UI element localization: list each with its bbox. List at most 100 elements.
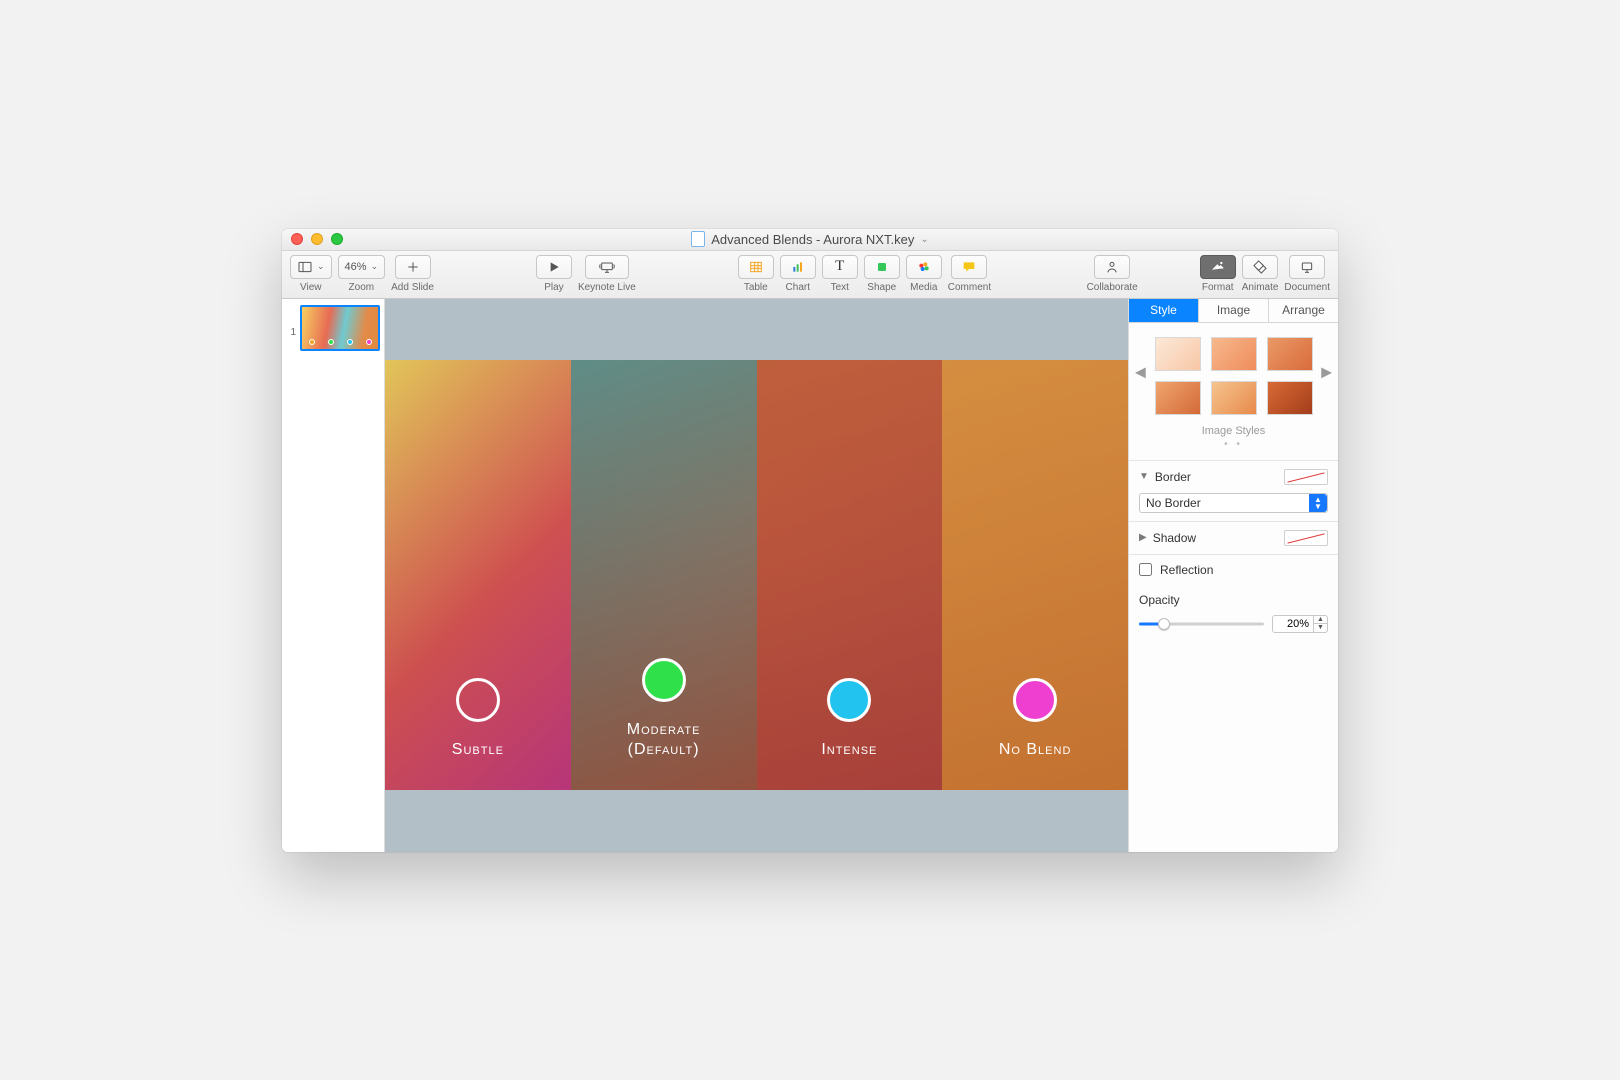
reflection-checkbox-input[interactable] [1139, 563, 1152, 576]
border-section: ▼ Border No Border ▲▼ [1129, 460, 1338, 521]
zoom-label: Zoom [349, 282, 375, 293]
chart-button[interactable] [780, 255, 816, 279]
label-intense: Intense [821, 740, 877, 760]
option-subtle: Subtle [385, 678, 571, 760]
image-style-5[interactable] [1211, 381, 1257, 415]
document-icon [691, 231, 705, 247]
close-button[interactable] [291, 233, 303, 245]
slide-thumb-1[interactable]: 1 [282, 305, 384, 351]
animate-label: Animate [1242, 282, 1279, 293]
opacity-section: Opacity ▲▼ [1129, 585, 1338, 641]
image-style-2[interactable] [1211, 337, 1257, 371]
zoom-button-select[interactable]: 46% ⌄ [338, 255, 386, 279]
styles-prev-icon[interactable]: ◀ [1135, 363, 1146, 380]
media-label: Media [910, 282, 937, 293]
select-arrows-icon: ▲▼ [1309, 494, 1327, 512]
play-label: Play [544, 282, 563, 293]
keynote-live-button[interactable] [585, 255, 629, 279]
document-label: Document [1284, 282, 1330, 293]
view-label: View [300, 282, 322, 293]
slide[interactable]: Subtle Moderate (Default) Intense No Ble… [385, 360, 1128, 790]
disclosure-triangle-icon[interactable]: ▶ [1139, 532, 1147, 543]
border-none-swatch[interactable] [1284, 469, 1328, 485]
shape-label: Shape [867, 282, 896, 293]
zoom-button[interactable] [331, 233, 343, 245]
stepper-buttons[interactable]: ▲▼ [1314, 615, 1328, 633]
border-title: Border [1155, 470, 1191, 484]
reflection-checkbox[interactable]: Reflection [1139, 563, 1328, 577]
image-style-6[interactable] [1267, 381, 1313, 415]
chart-label: Chart [786, 282, 810, 293]
view-group: ⌄ View [290, 255, 332, 293]
swatch-noblend[interactable] [1013, 678, 1057, 722]
keynote-live-label: Keynote Live [578, 282, 636, 293]
tab-arrange[interactable]: Arrange [1269, 299, 1338, 322]
image-styles-pager: • • [1129, 439, 1338, 450]
image-style-4[interactable] [1155, 381, 1201, 415]
image-styles-title: Image Styles [1129, 425, 1338, 437]
image-style-3[interactable] [1267, 337, 1313, 371]
titlebar: Advanced Blends - Aurora NXT.key ⌄ [282, 229, 1338, 251]
reflection-title: Reflection [1160, 563, 1213, 577]
border-select[interactable]: No Border ▲▼ [1139, 493, 1328, 513]
styles-next-icon[interactable]: ▶ [1321, 363, 1332, 380]
slide-navigator[interactable]: 1 [282, 299, 385, 852]
comment-label: Comment [948, 282, 991, 293]
main-area: 1 Subtle [282, 299, 1338, 852]
animate-button[interactable] [1242, 255, 1278, 279]
add-slide-label: Add Slide [391, 282, 434, 293]
keynote-live-group: Keynote Live [578, 255, 636, 293]
document-title-text: Advanced Blends - Aurora NXT.key [711, 232, 914, 247]
image-styles-section: ◀ ▶ Image Styles • • [1129, 323, 1338, 460]
opacity-title: Opacity [1139, 593, 1328, 607]
format-label: Format [1202, 282, 1234, 293]
option-noblend: No Blend [942, 678, 1128, 760]
view-button[interactable]: ⌄ [290, 255, 332, 279]
add-slide-button[interactable] [395, 255, 431, 279]
text-button[interactable]: T [822, 255, 858, 279]
reflection-section: Reflection [1129, 554, 1338, 585]
document-button[interactable] [1289, 255, 1325, 279]
swatch-intense[interactable] [827, 678, 871, 722]
collaborate-button[interactable] [1094, 255, 1130, 279]
shape-button[interactable] [864, 255, 900, 279]
format-button[interactable] [1200, 255, 1236, 279]
text-label: Text [831, 282, 849, 293]
option-moderate: Moderate (Default) [571, 658, 757, 760]
comment-button[interactable] [951, 255, 987, 279]
add-slide-group: Add Slide [391, 255, 434, 293]
disclosure-triangle-icon[interactable]: ▼ [1139, 471, 1149, 482]
document-title: Advanced Blends - Aurora NXT.key ⌄ [282, 231, 1338, 247]
chevron-down-icon: ⌄ [371, 261, 379, 272]
tab-style[interactable]: Style [1129, 299, 1199, 322]
label-moderate: Moderate (Default) [627, 720, 701, 760]
opacity-slider[interactable] [1139, 617, 1264, 631]
tab-image[interactable]: Image [1199, 299, 1269, 322]
shadow-none-swatch[interactable] [1284, 530, 1328, 546]
play-group: Play [536, 255, 572, 293]
border-select-value: No Border [1146, 496, 1201, 510]
slide-thumbnail[interactable] [300, 305, 380, 351]
play-button[interactable] [536, 255, 572, 279]
swatch-subtle[interactable] [456, 678, 500, 722]
collaborate-label: Collaborate [1087, 282, 1138, 293]
toolbar: ⌄ View 46% ⌄ Zoom Add Slide [282, 251, 1338, 299]
chevron-down-icon: ⌄ [317, 261, 325, 272]
label-noblend: No Blend [999, 740, 1072, 760]
media-button[interactable] [906, 255, 942, 279]
opacity-stepper[interactable]: ▲▼ [1272, 615, 1328, 633]
label-subtle: Subtle [452, 740, 504, 760]
title-chevron-icon[interactable]: ⌄ [920, 234, 928, 245]
inspector-tabs: Style Image Arrange [1129, 299, 1338, 323]
inspector: Style Image Arrange ◀ ▶ Image Styles • • [1128, 299, 1338, 852]
opacity-field[interactable] [1272, 615, 1314, 633]
minimize-button[interactable] [311, 233, 323, 245]
zoom-value: 46% [345, 261, 367, 273]
slide-number: 1 [286, 327, 296, 338]
swatch-moderate[interactable] [642, 658, 686, 702]
canvas[interactable]: Subtle Moderate (Default) Intense No Ble… [385, 299, 1128, 852]
zoom-group: 46% ⌄ Zoom [338, 255, 386, 293]
table-button[interactable] [738, 255, 774, 279]
image-style-1[interactable] [1155, 337, 1201, 371]
shadow-section: ▶ Shadow [1129, 521, 1338, 554]
